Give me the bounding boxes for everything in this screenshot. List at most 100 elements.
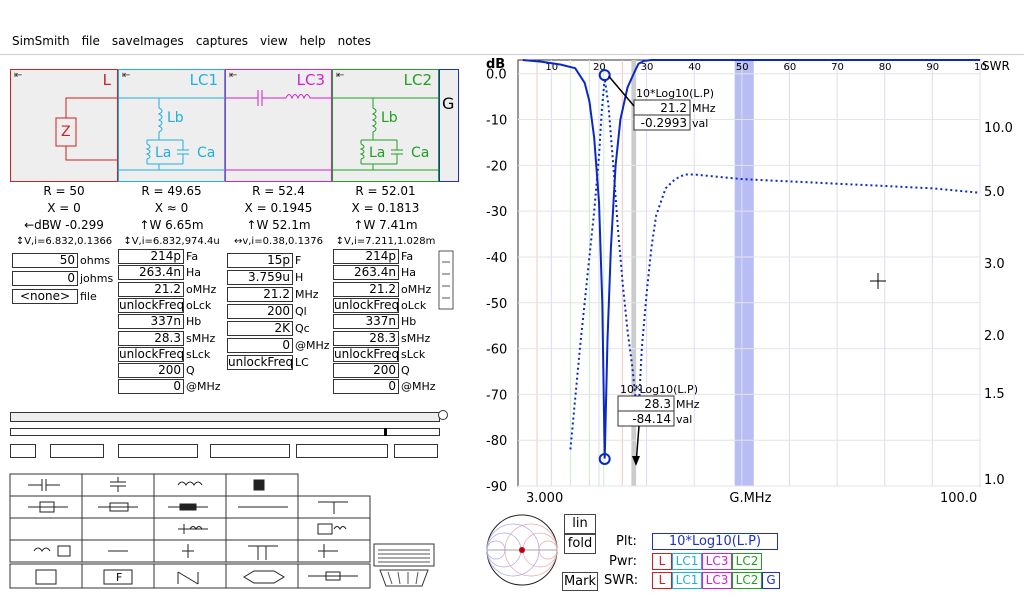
units-box[interactable]	[296, 444, 388, 458]
panel-generator[interactable]: G	[439, 69, 459, 182]
la-label: La	[369, 145, 386, 161]
swr-toggle-lc2[interactable]: LC2	[732, 572, 762, 589]
panel-lc1[interactable]: ⇤ LC1 Lb La Ca	[118, 69, 225, 182]
lc3-w: ↑W 52.1m	[246, 218, 311, 232]
lc1-field-value[interactable]: 263.4n	[118, 265, 184, 281]
x-top-tick-label: 70	[831, 62, 844, 73]
stop-box[interactable]	[210, 444, 290, 458]
pwr-label: Pwr:	[609, 554, 637, 569]
step-box[interactable]	[394, 444, 438, 458]
lc3-vi: ↔v,i=0.38,0.1376	[233, 236, 324, 247]
fold-button[interactable]: fold	[564, 534, 596, 554]
start-box[interactable]	[118, 444, 198, 458]
lc1-field-value[interactable]: 28.3	[118, 330, 184, 346]
marker-value-unit: val	[676, 413, 692, 426]
x-top-tick-label: 40	[688, 62, 701, 73]
parts-palette[interactable]: F	[8, 472, 448, 590]
lc3-field-value[interactable]: 200	[227, 304, 293, 319]
menu-saveimages[interactable]: saveImages	[112, 34, 184, 48]
pwr-toggle-lc3[interactable]: LC3	[702, 553, 732, 570]
marker-value: -0.2993	[641, 116, 687, 130]
load-vi: ↕V,i=6.832,0.1366	[15, 236, 113, 247]
lc1-field-value[interactable]: unlockFreq	[118, 346, 184, 362]
lc1-field-label: Fa	[186, 250, 199, 263]
lc3-field-value[interactable]: 0	[227, 338, 293, 353]
lc2-field-label: oMHz	[401, 282, 432, 296]
lc3-field-value[interactable]: 3.759u	[227, 270, 293, 285]
load-r-field[interactable]: 50	[12, 253, 78, 268]
lc3-field-value[interactable]: unlockFreq	[227, 355, 293, 370]
range-strip[interactable]	[10, 428, 440, 436]
menu-notes[interactable]: notes	[338, 34, 371, 48]
swr-toggle-g[interactable]: G	[762, 572, 780, 589]
sweep-type-box[interactable]	[10, 444, 36, 458]
menu-captures[interactable]: captures	[196, 34, 248, 48]
lc2-vi: ↕V,i=7.211,1.028m	[335, 236, 436, 247]
marker-label: 10*Log10(L.P)	[636, 87, 714, 100]
lc2-field-label: sMHz	[401, 331, 431, 345]
plt-select[interactable]: 10*Log10(L.P)	[652, 533, 778, 550]
points-box[interactable]	[50, 444, 104, 458]
lc1-field-label: Hb	[186, 315, 202, 329]
load-file-field[interactable]: <none>	[12, 289, 78, 304]
lc3-field-label: LC	[295, 356, 309, 369]
pwr-toggle-lc1[interactable]: LC1	[672, 553, 702, 570]
mini-slider-widget[interactable]	[438, 250, 454, 310]
panel-lc3[interactable]: ⇤ LC3	[225, 69, 332, 182]
lc3-field-value[interactable]: 2K	[227, 321, 293, 336]
ca-label: Ca	[197, 145, 216, 161]
load-x-unit: johms	[80, 272, 114, 285]
lin-button[interactable]: lin	[564, 514, 596, 534]
lc2-field-value[interactable]: 0	[333, 379, 399, 395]
lc3-field-label: H	[295, 271, 304, 284]
swr-toggle-lc1[interactable]: LC1	[672, 572, 702, 589]
lc1-vi: ↕V,i=6.832,974.4u	[123, 236, 220, 247]
lc1-field-label: Ha	[186, 266, 202, 280]
menu-app[interactable]: SimSmith	[12, 34, 70, 48]
lc2-r: R = 52.01	[355, 184, 416, 198]
lc2-field-value[interactable]: unlockFreq	[333, 297, 399, 313]
panel-lc2[interactable]: ⇤ LC2 Lb La Ca	[332, 69, 439, 182]
lc2-field-value[interactable]: 263.4n	[333, 265, 399, 281]
x-axis-label: G.MHz	[729, 491, 771, 506]
smith-chart[interactable]	[484, 512, 560, 588]
slider-knob[interactable]	[438, 410, 448, 420]
x-top-tick-label: 90	[926, 62, 939, 73]
lc1-field-value[interactable]: 0	[118, 379, 184, 395]
mark-button[interactable]: Mark	[562, 572, 598, 591]
range-handle[interactable]	[384, 428, 387, 436]
panel-load[interactable]: ⇤ L Z	[10, 69, 118, 182]
response-chart[interactable]: 0.0-10-20-30-40-50-60-70-80-90dB 10 20 30 40…	[484, 56, 1024, 506]
pwr-toggle-lc2[interactable]: LC2	[732, 553, 762, 570]
lb-label: Lb	[381, 110, 398, 126]
load-x-field[interactable]: 0	[12, 271, 78, 286]
lc1-field-value[interactable]: 337n	[118, 314, 184, 330]
swr-tick-label: 5.0	[984, 185, 1005, 200]
lc2-field-value[interactable]: 337n	[333, 314, 399, 330]
swr-toggle-lc3[interactable]: LC3	[702, 572, 732, 589]
lc1-field-value[interactable]: 21.2	[118, 281, 184, 297]
menu-view[interactable]: view	[260, 34, 288, 48]
lc3-field-label: @MHz	[295, 339, 330, 352]
menu-help[interactable]: help	[300, 34, 326, 48]
tune-slider[interactable]	[10, 412, 440, 422]
lc2-field-value[interactable]: 214p	[333, 249, 399, 264]
menu-file[interactable]: file	[82, 34, 100, 48]
lc3-field-label: MHz	[295, 288, 319, 301]
lc2-field-value[interactable]: 200	[333, 363, 399, 379]
swr-toggle-l[interactable]: L	[652, 572, 672, 589]
lc2-field-value[interactable]: 21.2	[333, 281, 399, 297]
lc2-field-value[interactable]: 28.3	[333, 330, 399, 346]
lc2-field-value[interactable]: unlockFreq	[333, 346, 399, 362]
lc3-field-value[interactable]: 15p	[227, 253, 293, 268]
lc1-field-value[interactable]: 214p	[118, 249, 184, 264]
lc1-field-label: sLck	[186, 347, 211, 361]
y-tick-label: -30	[486, 205, 507, 220]
x-top-tick-label: 50	[736, 62, 749, 73]
pwr-toggle-l[interactable]: L	[652, 553, 672, 570]
lc3-field-value[interactable]: 21.2	[227, 287, 293, 302]
lc1-field-value[interactable]: 200	[118, 363, 184, 379]
y-tick-label: -50	[486, 297, 507, 312]
load-file-unit: file	[80, 290, 97, 303]
lc1-field-value[interactable]: unlockFreq	[118, 297, 184, 313]
